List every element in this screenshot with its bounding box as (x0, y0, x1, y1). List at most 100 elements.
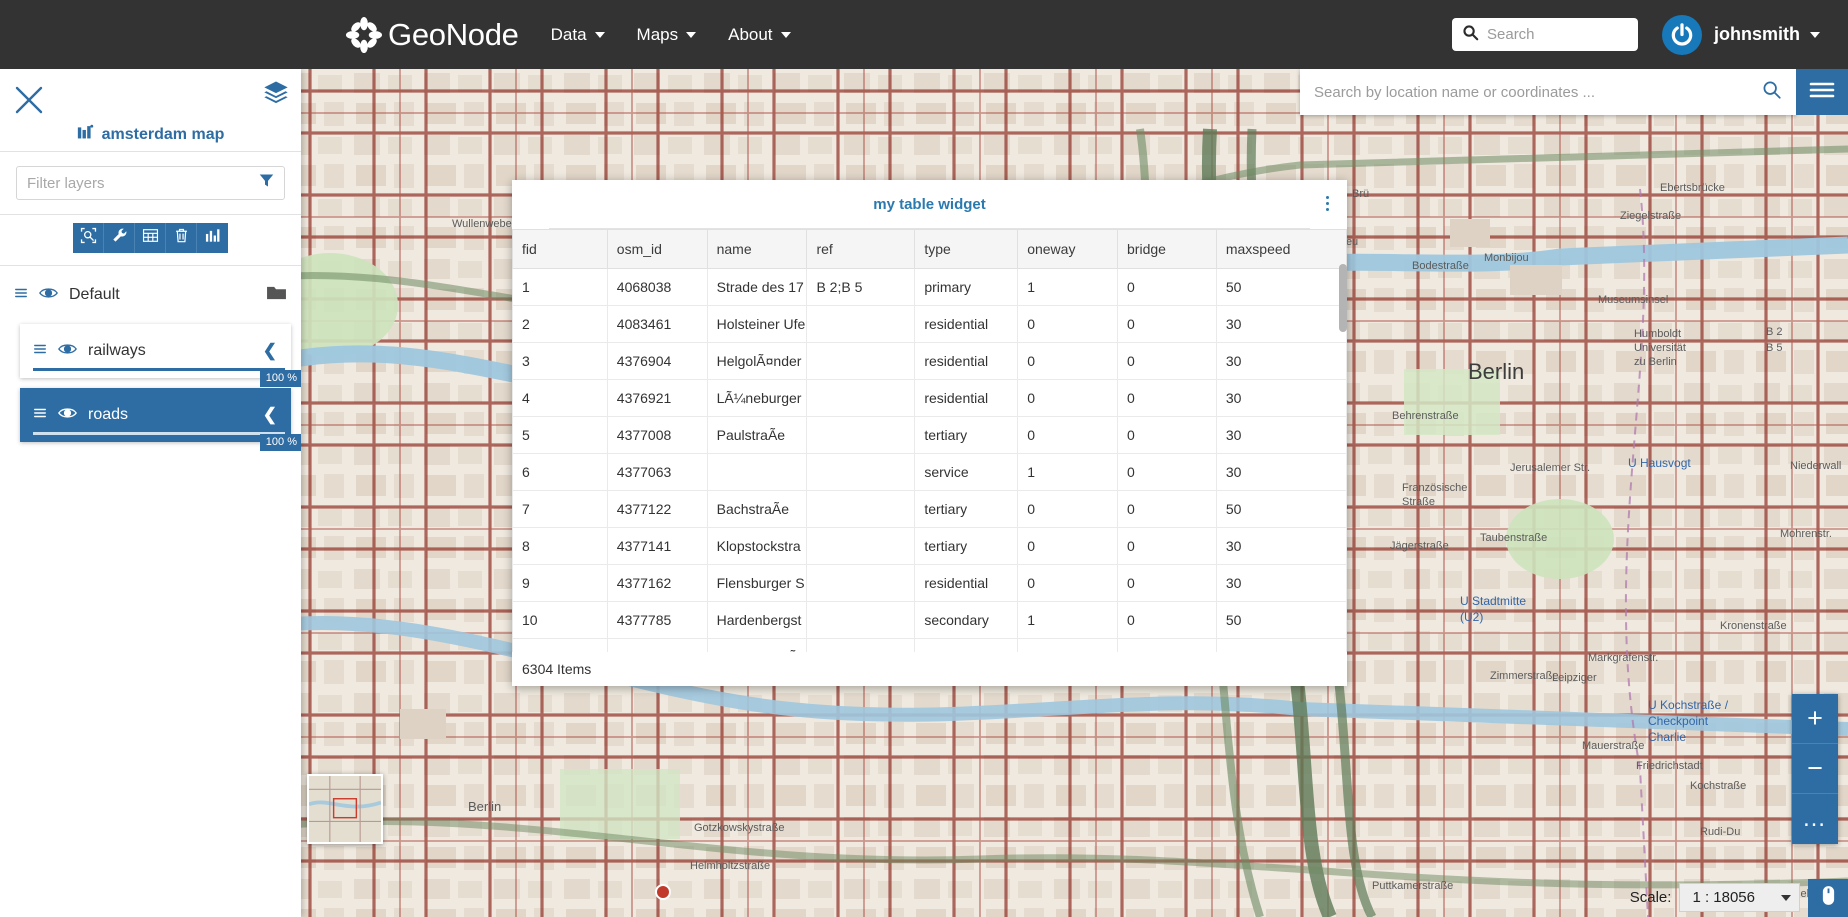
table-column-header[interactable]: osm_id (607, 229, 708, 269)
table-row[interactable]: 1 4068038 Strade des 17 B 2;B 5 primary 1 0 50 (512, 268, 1347, 306)
scale-select[interactable]: 1 : 18056 (1679, 883, 1800, 912)
table-row[interactable]: 114380644LessingstraÃe secondary1030 (512, 638, 1347, 652)
drag-handle-icon[interactable] (14, 286, 28, 305)
overview-map[interactable] (307, 774, 383, 844)
item-count-label: 6304 Items (522, 661, 592, 677)
zoom-to-extent-icon (80, 227, 97, 249)
map-chart-icon (77, 124, 94, 146)
global-search-input[interactable] (1487, 26, 1627, 43)
vertical-dots-menu-icon[interactable] (1322, 192, 1333, 215)
eye-icon[interactable] (58, 342, 77, 361)
create-widget-button[interactable] (197, 223, 228, 253)
table-column-header[interactable]: ref (806, 229, 916, 269)
filter-icon[interactable] (259, 173, 274, 193)
zoom-in-button[interactable]: + (1792, 694, 1838, 744)
opacity-value: 100 % (259, 369, 301, 387)
table-cell: 4083461 (607, 305, 708, 343)
table-column-header[interactable]: name (707, 229, 808, 269)
chevron-left-icon[interactable]: ❮ (263, 405, 277, 425)
table-cell: residential (914, 564, 1019, 602)
table-row[interactable]: 3 4376904 HelgolÃ¤nder residential 0 0 30 (512, 342, 1347, 380)
table-cell: 50 (1216, 268, 1347, 306)
mouse-coordinates-button[interactable] (1808, 878, 1848, 917)
table-cell: 0 (1117, 564, 1217, 602)
widget-footer: 6304 Items (512, 652, 1347, 686)
layer-row-railways[interactable]: railways ❮ 100 % (20, 324, 301, 387)
map-search-input[interactable] (1314, 83, 1761, 101)
table-cell: Strade des 17 (707, 268, 808, 306)
more-options-button[interactable]: … (1792, 794, 1838, 844)
table-widget: my table widget fid osm_id name ref type onew… (512, 180, 1347, 686)
table-cell: PaulstraÃe (707, 416, 808, 454)
table-row[interactable]: 4 4376921 LÃ¼neburger residential 0 0 30 (512, 379, 1347, 417)
overview-thumb (309, 776, 381, 842)
opacity-slider[interactable] (33, 368, 285, 371)
nav-right-section: johnsmith (1452, 0, 1848, 69)
svg-text:Bodestraße: Bodestraße (1412, 260, 1469, 272)
table-row[interactable]: 5 4377008 PaulstraÃe tertiary 0 0 30 (512, 416, 1347, 454)
layer-toolbar (0, 215, 301, 265)
opacity-value: 100 % (259, 433, 301, 451)
table-row[interactable]: 2 4083461 Holsteiner Ufe residential 0 0 30 (512, 305, 1347, 343)
layer-row-roads[interactable]: roads ❮ 100 % (20, 388, 301, 451)
brand-logo[interactable]: GeoNode (345, 16, 519, 54)
folder-icon[interactable] (266, 284, 287, 306)
table-cell: Flensburger S (707, 564, 808, 602)
chevron-left-icon[interactable]: ❮ (263, 341, 277, 361)
table-cell: 5 (512, 416, 608, 454)
nav-item-data[interactable]: Data (551, 25, 605, 45)
layers-stack-icon[interactable] (262, 78, 290, 111)
table-row[interactable]: 9 4377162 Flensburger Sresidential 0 0 30 (512, 564, 1347, 602)
table-cell: 0 (1117, 527, 1217, 565)
svg-text:Monbijou: Monbijou (1484, 252, 1529, 264)
drag-handle-icon[interactable] (33, 406, 47, 425)
layer-group-default[interactable]: Default (0, 276, 301, 314)
map-marker[interactable] (655, 884, 671, 900)
table-row[interactable]: 10 4377785 Hardenbergst secondary 1 0 50 (512, 601, 1347, 639)
layers-panel: amsterdam map Filter layers Default rail… (0, 69, 301, 917)
eye-icon[interactable] (58, 406, 77, 425)
nav-item-about[interactable]: About (728, 25, 791, 45)
attribute-table-button[interactable] (135, 223, 166, 253)
nav-item-maps[interactable]: Maps (637, 25, 697, 45)
table-cell: 4 (512, 379, 608, 417)
table-cell: residential (914, 342, 1019, 380)
table-column-header[interactable]: type (914, 229, 1019, 269)
map-title: amsterdam map (0, 124, 301, 146)
svg-text:Museumsinsel: Museumsinsel (1598, 294, 1668, 306)
table-cell: 0 (1117, 490, 1217, 528)
table-column-header[interactable]: maxspeed (1216, 229, 1347, 269)
table-scrollbar[interactable] (1339, 264, 1347, 332)
table-cell (806, 564, 916, 602)
zoom-out-button[interactable]: − (1792, 744, 1838, 794)
table-row[interactable]: 6 4377063 service 1 0 30 (512, 453, 1347, 491)
user-avatar[interactable] (1662, 14, 1702, 55)
filter-layers-input[interactable] (27, 174, 259, 192)
delete-layer-button[interactable] (166, 223, 197, 253)
chevron-down-icon (686, 31, 697, 38)
search-icon[interactable] (1761, 79, 1782, 105)
table-column-header[interactable]: bridge (1117, 229, 1217, 269)
widget-table-body[interactable]: fid osm_id name ref type oneway bridge maxspeed… (512, 229, 1347, 652)
eye-icon[interactable] (39, 286, 58, 305)
map-menu-button[interactable] (1796, 69, 1848, 115)
layer-settings-button[interactable] (104, 223, 135, 253)
drag-handle-icon[interactable] (33, 342, 47, 361)
table-column-header[interactable]: fid (512, 229, 608, 269)
table-column-header[interactable]: oneway (1017, 229, 1119, 269)
global-search[interactable] (1452, 18, 1638, 51)
table-row[interactable]: 8 4377141 Klopstockstra tertiary 0 0 30 (512, 527, 1347, 565)
filter-layers-field[interactable] (16, 166, 285, 200)
map-search-field[interactable] (1300, 69, 1796, 115)
table-cell: 4377785 (607, 601, 708, 639)
table-cell: 0 (1117, 453, 1217, 491)
widget-header: my table widget (512, 180, 1347, 228)
svg-text:Mohrenstr.: Mohrenstr. (1780, 528, 1832, 540)
table-row[interactable]: 7 4377122 BachstraÃe tertiary 0 0 50 (512, 490, 1347, 528)
table-cell: 0 (1117, 305, 1217, 343)
opacity-slider[interactable] (33, 432, 285, 435)
zoom-to-layer-button[interactable] (73, 223, 104, 253)
close-panel-button[interactable] (12, 83, 46, 117)
layer-label: roads (88, 406, 129, 423)
user-menu-chevron-down-icon[interactable] (1810, 31, 1820, 38)
